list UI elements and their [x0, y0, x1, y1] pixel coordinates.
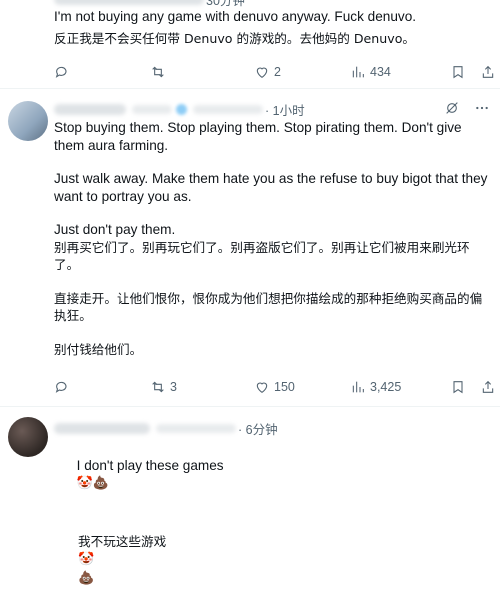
view-count: 434	[370, 65, 391, 79]
repost-count: 3	[170, 380, 177, 394]
tweet-3-header: · 6分钟	[54, 419, 278, 437]
view-count: 3,425	[370, 380, 402, 394]
like-count: 2	[274, 65, 281, 79]
tweet-text-line: 我不玩这些游戏 🤡 💩	[54, 515, 494, 605]
tweet-text-line: 反正我是不会买任何带 Denuvo 的游戏的。去他妈的 Denuvo。	[54, 30, 416, 46]
tweet-text-line: 别再买它们了。别再玩它们了。别再盗版它们了。别再让它们被用来刷光环了。	[54, 239, 470, 273]
author-handle-blurred[interactable]	[193, 104, 263, 114]
tweet-2-top-actions	[444, 100, 490, 116]
views-icon	[352, 381, 364, 393]
tweet-text-line: I'm not buying any game with denuvo anyw…	[54, 9, 417, 24]
tweet-text-line: Just walk away. Make them hate you as th…	[54, 171, 492, 204]
like-icon	[256, 382, 268, 393]
tweet-2[interactable]: · 1小时 Stop buying them. Stop playing the…	[0, 89, 500, 407]
more-button[interactable]	[474, 100, 490, 116]
tweet-1-text: I'm not buying any game with denuvo anyw…	[54, 8, 494, 47]
repost-button[interactable]	[150, 64, 170, 80]
tweet-text-line: 直接走开。让他们恨你，恨你成为他们想把你描绘成的那种拒绝购买商品的偏执狂。	[54, 290, 483, 324]
clown-emoji-icon: 🤡	[76, 475, 93, 490]
grok-icon	[446, 102, 458, 114]
bookmark-icon	[453, 381, 463, 394]
share-icon	[482, 65, 494, 78]
views-icon	[352, 66, 364, 78]
tweet-text-line: I don't play these games 🤡💩	[54, 439, 494, 509]
verified-badge-icon	[176, 103, 187, 115]
like-button[interactable]: 2	[254, 64, 281, 80]
more-icon	[476, 106, 488, 110]
reply-icon	[55, 381, 67, 393]
poop-emoji-icon: 💩	[92, 475, 110, 490]
tweet-time[interactable]: · 6分钟	[238, 419, 278, 438]
tweet-2-text: Stop buying them. Stop playing them. Sto…	[54, 119, 494, 358]
tweet-1[interactable]: 30分钟 I'm not buying any game with denuvo…	[0, 0, 500, 89]
tweet-text-line: Just don't pay them.	[54, 222, 176, 237]
author-name-blurred[interactable]	[54, 422, 150, 434]
grok-button[interactable]	[444, 100, 460, 116]
avatar[interactable]	[8, 417, 48, 457]
tweet-text: 我不玩这些游戏	[78, 533, 167, 549]
repost-button[interactable]: 3	[150, 379, 177, 395]
tweet-2-actions: 3 150 3,425	[54, 379, 494, 397]
tweet-text-line: 别付钱给他们。	[54, 341, 143, 357]
bookmark-button[interactable]	[450, 379, 466, 395]
clown-emoji-icon: 🤡	[78, 552, 95, 567]
tweet-time[interactable]: · 1小时	[265, 100, 305, 119]
tweet-text-line: Stop buying them. Stop playing them. Sto…	[54, 120, 466, 153]
repost-icon	[152, 381, 164, 393]
tweet-2-header: · 1小时	[54, 100, 305, 118]
bookmark-button[interactable]	[450, 64, 466, 80]
like-icon	[256, 67, 268, 78]
author-name-blurred[interactable]	[54, 103, 126, 115]
bookmark-icon	[453, 66, 463, 79]
tweet-text: I don't play these games	[76, 457, 224, 473]
tweet-1-header: 30分钟	[54, 0, 245, 8]
share-button[interactable]	[480, 379, 496, 395]
views-button[interactable]: 3,425	[350, 379, 401, 395]
reply-button[interactable]	[54, 379, 74, 395]
author-handle-blurred[interactable]	[132, 104, 172, 114]
like-button[interactable]: 150	[254, 379, 295, 395]
avatar[interactable]	[8, 101, 48, 141]
share-icon	[482, 380, 494, 393]
like-count: 150	[274, 380, 295, 394]
poop-emoji-icon: 💩	[78, 570, 95, 586]
tweet-1-actions: 2 434	[54, 64, 494, 82]
share-button[interactable]	[480, 64, 496, 80]
author-name-blurred[interactable]	[54, 0, 204, 5]
reply-icon	[55, 66, 67, 78]
repost-icon	[152, 66, 164, 78]
author-handle-blurred[interactable]	[156, 423, 236, 433]
tweet-3[interactable]: · 6分钟 I don't play these games 🤡💩 我不玩这些游…	[0, 407, 500, 586]
reply-button[interactable]	[54, 64, 74, 80]
views-button[interactable]: 434	[350, 64, 391, 80]
tweet-3-text: I don't play these games 🤡💩 我不玩这些游戏 🤡 💩	[54, 439, 494, 605]
